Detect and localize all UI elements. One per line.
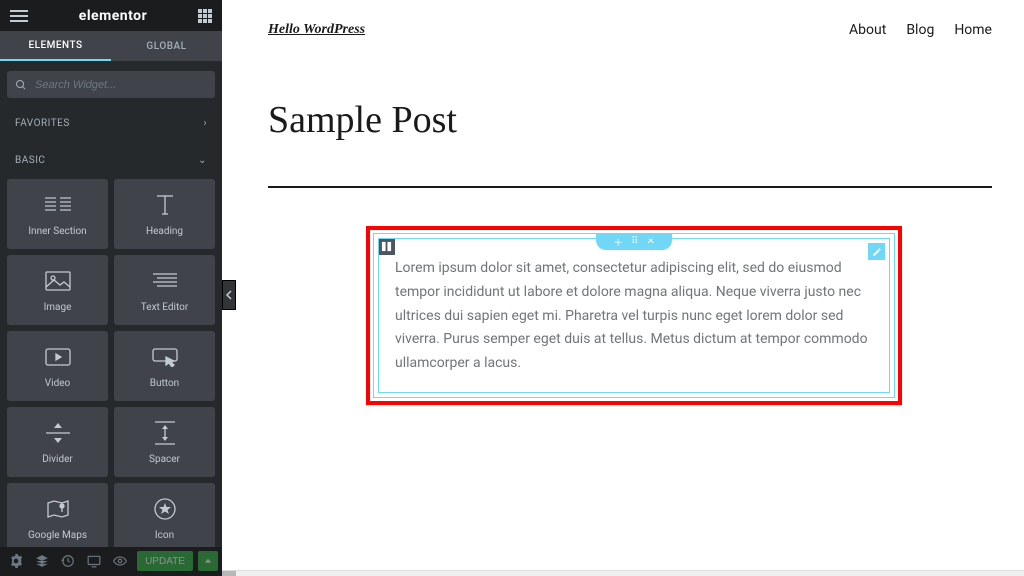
- widget-label: Heading: [146, 226, 183, 237]
- section[interactable]: ＋ ⠿ ✕ Lorem ipsum dolor sit amet, consec…: [373, 233, 895, 398]
- edit-widget-icon[interactable]: [868, 243, 885, 260]
- widget-label: Button: [150, 378, 179, 389]
- category-favorites[interactable]: FAVORITES ›: [0, 104, 222, 141]
- text-content: Lorem ipsum dolor sit amet, consectetur …: [395, 257, 873, 376]
- nav-blog[interactable]: Blog: [906, 22, 934, 38]
- update-button[interactable]: UPDATE: [137, 551, 193, 571]
- preview-icon[interactable]: [108, 549, 132, 573]
- site-header: Hello WordPress About Blog Home: [268, 22, 992, 38]
- columns-icon: [45, 192, 71, 218]
- nav-home[interactable]: Home: [954, 22, 992, 38]
- nav-about[interactable]: About: [849, 22, 886, 38]
- tab-elements[interactable]: ELEMENTS: [0, 31, 111, 60]
- post-title: Sample Post: [268, 98, 992, 142]
- site-nav: About Blog Home: [849, 22, 992, 38]
- sidebar-footer: UPDATE: [0, 547, 222, 576]
- category-basic[interactable]: BASIC ⌄: [0, 142, 222, 179]
- search-box[interactable]: [7, 71, 215, 99]
- sidebar-header: elementor: [0, 0, 222, 31]
- navigator-icon[interactable]: [30, 549, 54, 573]
- widget-label: Icon: [155, 530, 174, 541]
- annotation-highlight: ＋ ⠿ ✕ Lorem ipsum dolor sit amet, consec…: [366, 226, 902, 405]
- image-icon: [45, 268, 71, 294]
- widget-image[interactable]: Image: [7, 255, 108, 325]
- panel-tabs: ELEMENTS GLOBAL: [0, 31, 222, 60]
- editor-canvas: Hello WordPress About Blog Home Sample P…: [236, 0, 1024, 576]
- app-logo: elementor: [79, 8, 147, 24]
- text-widget[interactable]: Lorem ipsum dolor sit amet, consectetur …: [378, 238, 890, 393]
- apps-icon[interactable]: [198, 9, 212, 23]
- tab-global[interactable]: GLOBAL: [111, 31, 222, 60]
- star-icon: [152, 496, 178, 522]
- spacer-icon: [152, 420, 178, 446]
- widget-label: Image: [44, 302, 72, 313]
- settings-icon[interactable]: [4, 549, 28, 573]
- chevron-right-icon: ›: [203, 118, 207, 129]
- widget-label: Video: [45, 378, 70, 389]
- widget-label: Inner Section: [28, 226, 86, 237]
- widget-label: Google Maps: [28, 530, 87, 541]
- category-label: BASIC: [15, 155, 45, 166]
- text-editor-icon: [152, 268, 178, 294]
- widget-grid: Inner Section Heading Image Text Editor …: [0, 179, 222, 546]
- search-icon: [15, 79, 27, 91]
- video-icon: [45, 344, 71, 370]
- button-icon: [152, 344, 178, 370]
- update-options-icon[interactable]: [198, 551, 218, 571]
- category-label: FAVORITES: [15, 118, 70, 129]
- widget-google-maps[interactable]: Google Maps: [7, 483, 108, 546]
- search-input[interactable]: [35, 79, 207, 91]
- scrollbar-thumb[interactable]: [222, 571, 236, 576]
- divider-icon: [45, 420, 71, 446]
- widget-inner-section[interactable]: Inner Section: [7, 179, 108, 249]
- widget-spacer[interactable]: Spacer: [114, 407, 215, 477]
- widget-text-editor[interactable]: Text Editor: [114, 255, 215, 325]
- history-icon[interactable]: [56, 549, 80, 573]
- sidebar-toggle[interactable]: [222, 280, 236, 310]
- bottom-scrollbar[interactable]: [222, 570, 1024, 576]
- menu-icon[interactable]: [10, 10, 28, 22]
- widget-label: Spacer: [149, 454, 180, 465]
- map-icon: [45, 496, 71, 522]
- site-title[interactable]: Hello WordPress: [268, 22, 365, 38]
- responsive-icon[interactable]: [82, 549, 106, 573]
- heading-icon: [152, 192, 178, 218]
- widget-divider[interactable]: Divider: [7, 407, 108, 477]
- chevron-left-icon: [225, 290, 233, 300]
- widget-button[interactable]: Button: [114, 331, 215, 401]
- widget-icon[interactable]: Icon: [114, 483, 215, 546]
- widget-label: Divider: [42, 454, 73, 465]
- divider: [268, 186, 992, 188]
- editor-sidebar: elementor ELEMENTS GLOBAL FAVORITES › BA…: [0, 0, 222, 576]
- widget-heading[interactable]: Heading: [114, 179, 215, 249]
- widget-label: Text Editor: [141, 302, 188, 313]
- widget-video[interactable]: Video: [7, 331, 108, 401]
- chevron-down-icon: ⌄: [198, 155, 207, 166]
